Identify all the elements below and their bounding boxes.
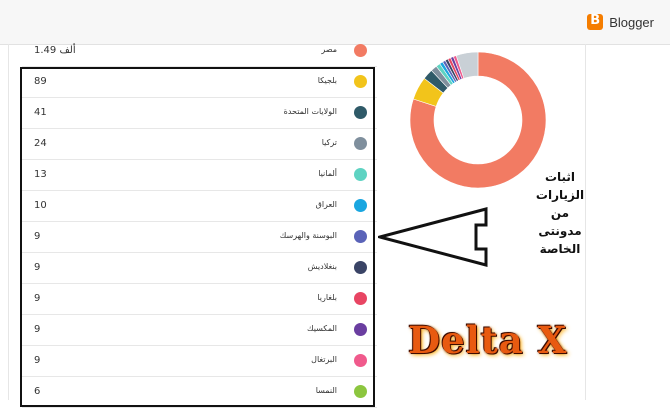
- annotation-line2: مدونتى الخاصة: [538, 224, 582, 256]
- pointer-arrow-icon: [378, 207, 488, 267]
- country-name: مصر: [321, 45, 337, 54]
- blogger-brand[interactable]: Blogger: [587, 13, 654, 30]
- legend-dot-icon: [354, 44, 367, 57]
- visits-value: 1.49 ألف: [34, 45, 76, 56]
- annotation-text: اثبات الزيارات من مدونتى الخاصة: [525, 168, 595, 258]
- app-name: Blogger: [609, 14, 654, 30]
- blogger-logo-icon: [587, 13, 604, 30]
- delta-x-logo: Delta X: [408, 318, 568, 362]
- annotation-line1: اثبات الزيارات من: [535, 170, 585, 220]
- traffic-donut-chart: [409, 51, 547, 188]
- divider: [8, 44, 9, 400]
- highlight-box: [20, 67, 375, 407]
- country-row[interactable]: 1.49 ألف مصر: [22, 36, 377, 67]
